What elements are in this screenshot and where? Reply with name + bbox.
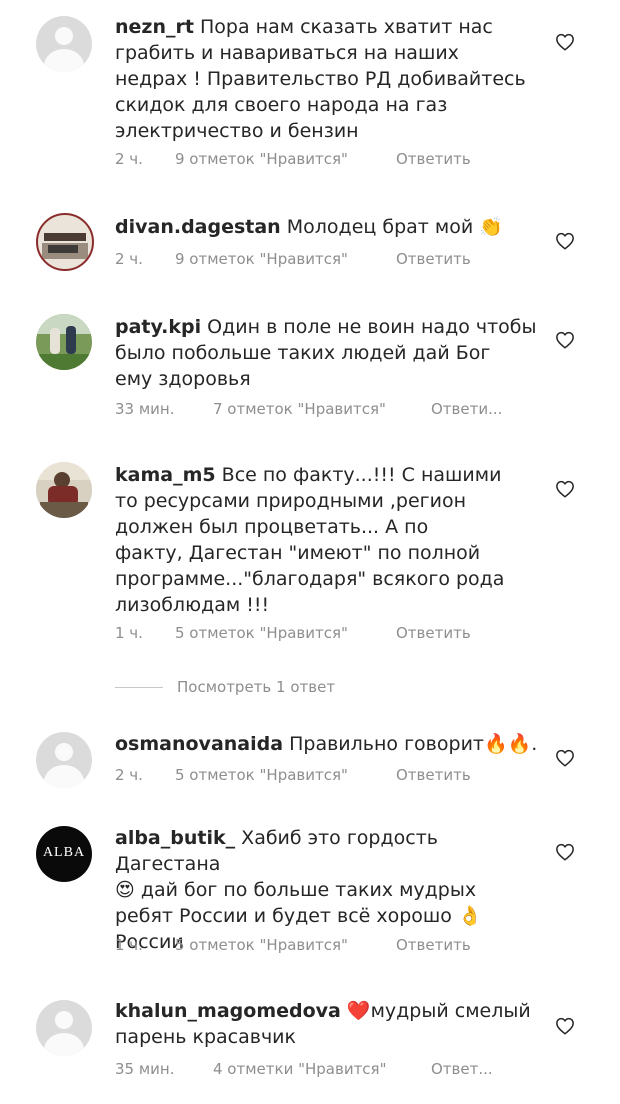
reply-button[interactable]: Ответ... [431, 1060, 493, 1078]
comment-text: paty.kpi Один в поле не воин надо чтобы … [115, 314, 540, 392]
comment-body: Правильно говорит🔥🔥. [289, 733, 538, 755]
default-avatar[interactable] [36, 732, 92, 788]
comment-meta: 2 ч. 9 отметок "Нравится" Ответить [115, 250, 471, 268]
view-replies-label: Посмотреть 1 ответ [177, 678, 336, 696]
comment-body: Молодец брат мой 👏 [286, 216, 503, 238]
avatar-head-shape [55, 743, 73, 761]
avatar-photo-detail [40, 502, 88, 518]
reply-button[interactable]: Ответить [396, 624, 471, 642]
comment-text: kama_m5 Все по факту...!!! С нашими то р… [115, 462, 540, 618]
avatar-photo-detail [36, 354, 92, 370]
reply-button[interactable]: Ответить [396, 150, 471, 168]
comment-time: 1 ч. [115, 624, 143, 642]
comment-likes[interactable]: 7 отметок "Нравится" [213, 400, 431, 418]
avatar-head-shape [55, 27, 73, 45]
comment-time: 35 мин. [115, 1060, 175, 1078]
comment-meta: 1 ч. 5 отметок "Нравится" Ответить [115, 936, 471, 954]
photo-avatar[interactable] [36, 462, 92, 518]
avatar-body-shape [44, 49, 84, 72]
comment-likes[interactable]: 4 отметки "Нравится" [213, 1060, 431, 1078]
comment-text: khalun_magomedova ❤️мудрый смелый парень… [115, 998, 540, 1050]
reply-button[interactable]: Ответи... [431, 400, 502, 418]
avatar-head-shape [55, 1011, 73, 1029]
heart-outline-icon[interactable] [555, 331, 575, 349]
default-avatar[interactable] [36, 16, 92, 72]
replies-divider [115, 687, 163, 688]
comment-time: 2 ч. [115, 766, 143, 784]
comment-meta: 1 ч. 5 отметок "Нравится" Ответить [115, 624, 471, 642]
heart-outline-icon[interactable] [555, 749, 575, 767]
comment-username[interactable]: paty.kpi [115, 316, 201, 338]
view-replies-button[interactable]: Посмотреть 1 ответ [115, 678, 335, 696]
reply-button[interactable]: Ответить [396, 766, 471, 784]
comment-likes[interactable]: 5 отметок "Нравится" [175, 766, 396, 784]
comment-meta: 2 ч. 5 отметок "Нравится" Ответить [115, 766, 471, 784]
comment-text: osmanovanaida Правильно говорит🔥🔥. [115, 731, 540, 757]
photo-avatar[interactable] [36, 213, 94, 271]
comment-username[interactable]: alba_butik_ [115, 827, 235, 849]
comment-likes[interactable]: 5 отметок "Нравится" [175, 624, 396, 642]
comment-body: Все по факту...!!! С нашими то ресурсами… [115, 464, 505, 616]
comment-likes[interactable]: 5 отметок "Нравится" [175, 936, 396, 954]
avatar-photo-detail [48, 245, 78, 253]
avatar-photo-detail [36, 314, 92, 334]
comment-likes[interactable]: 9 отметок "Нравится" [175, 150, 396, 168]
avatar-photo-detail [44, 233, 86, 241]
avatar-body-shape [44, 1033, 84, 1056]
alba-logo-avatar[interactable]: ALBA [36, 826, 92, 882]
photo-avatar[interactable] [36, 314, 92, 370]
comment-text: divan.dagestan Молодец брат мой 👏 [115, 214, 540, 240]
heart-outline-icon[interactable] [555, 1017, 575, 1035]
heart-outline-icon[interactable] [555, 232, 575, 250]
comment-time: 2 ч. [115, 250, 143, 268]
avatar-photo-detail [66, 326, 76, 354]
avatar-logo-text: ALBA [42, 845, 86, 860]
avatar-photo-detail [50, 328, 60, 354]
heart-outline-icon[interactable] [555, 33, 575, 51]
comment-meta: 2 ч. 9 отметок "Нравится" Ответить [115, 150, 471, 168]
comment-meta: 35 мин. 4 отметки "Нравится" Ответ... [115, 1060, 493, 1078]
comment-username[interactable]: nezn_rt [115, 16, 194, 38]
comment-time: 33 мин. [115, 400, 175, 418]
reply-button[interactable]: Ответить [396, 936, 471, 954]
comment-username[interactable]: osmanovanaida [115, 733, 283, 755]
comment-text: nezn_rt Пора нам сказать хватит нас граб… [115, 14, 540, 144]
comment-username[interactable]: kama_m5 [115, 464, 216, 486]
comment-time: 1 ч. [115, 936, 143, 954]
comment-username[interactable]: khalun_magomedova [115, 1000, 341, 1022]
comment-time: 2 ч. [115, 150, 143, 168]
avatar-body-shape [44, 765, 84, 788]
heart-outline-icon[interactable] [555, 843, 575, 861]
heart-outline-icon[interactable] [555, 480, 575, 498]
default-avatar[interactable] [36, 1000, 92, 1056]
reply-button[interactable]: Ответить [396, 250, 471, 268]
comment-username[interactable]: divan.dagestan [115, 216, 281, 238]
comment-meta: 33 мин. 7 отметок "Нравится" Ответи... [115, 400, 502, 418]
comment-likes[interactable]: 9 отметок "Нравится" [175, 250, 396, 268]
